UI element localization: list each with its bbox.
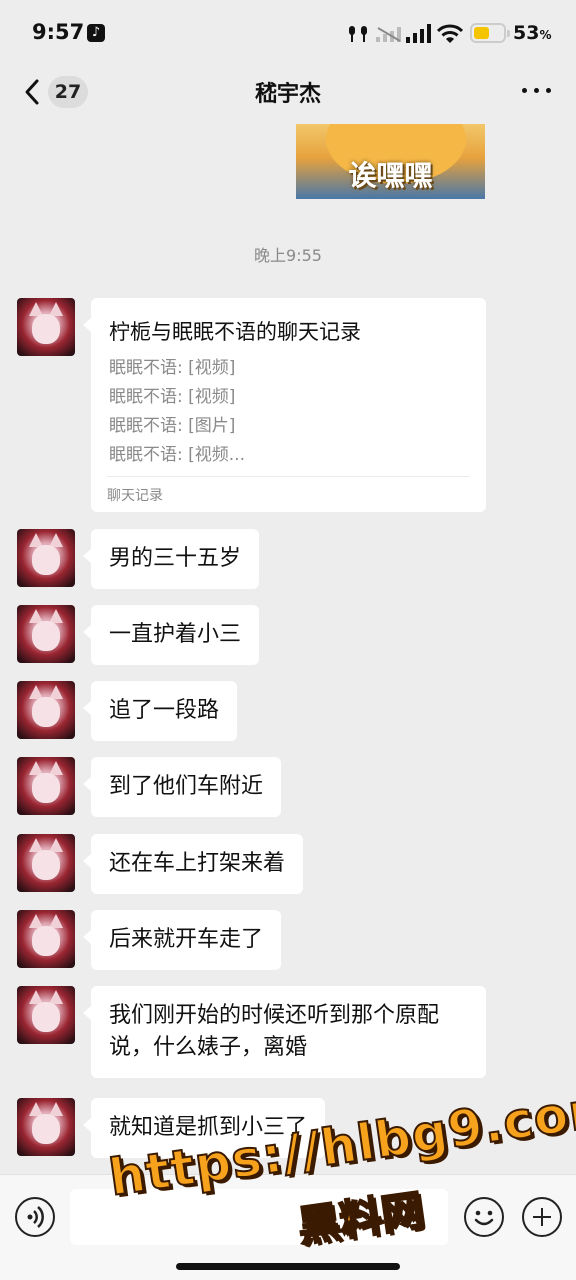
chat-record-label: 聊天记录 [107, 488, 163, 504]
message-bubble[interactable]: 一直护着小三 [82, 605, 260, 665]
message-timestamp: 晚上9:55 [254, 246, 322, 265]
avatar[interactable] [17, 298, 75, 356]
message-bubble[interactable]: 还在车上打架来着 [82, 834, 304, 894]
chat-record-line: 眠眠不语: [图片] [109, 416, 236, 436]
avatar[interactable] [17, 1098, 75, 1156]
chat-record-line: 眠眠不语: [视频... [109, 445, 245, 465]
input-bar [0, 1174, 576, 1280]
chat-record-line: 眠眠不语: [视频] [109, 358, 236, 378]
battery-fill [474, 27, 489, 39]
message-bubble[interactable]: 就知道是抓到小三了 [82, 1098, 326, 1158]
nav-bar: 27 嵇宇杰 [0, 64, 576, 124]
message-text-line: 说，什么婊子，离婚 [109, 1035, 308, 1060]
avatar-face [32, 926, 60, 956]
chat-record-card[interactable]: 柠栀与眠眠不语的聊天记录 眠眠不语: [视频] 眠眠不语: [视频] 眠眠不语:… [83, 298, 486, 512]
battery-icon [470, 23, 510, 43]
home-indicator[interactable] [176, 1263, 400, 1270]
avatar[interactable] [17, 910, 75, 968]
chat-record-title: 柠栀与眠眠不语的聊天记录 [109, 320, 361, 344]
voice-input-button[interactable] [15, 1197, 55, 1237]
avatar-face [32, 545, 60, 575]
status-bar: 9:57 ♪ 53% [0, 0, 576, 64]
plus-button[interactable] [522, 1197, 562, 1237]
battery-tip [507, 30, 510, 37]
more-button[interactable] [520, 78, 554, 102]
message-bubble[interactable]: 到了他们车附近 [82, 757, 282, 817]
message-bubble[interactable]: 男的三十五岁 [82, 529, 260, 589]
sticker-image[interactable]: 诶嘿嘿 [296, 124, 485, 199]
avatar[interactable] [17, 986, 75, 1044]
chat-record-line: 眠眠不语: [视频] [109, 387, 236, 407]
avatar-face [32, 697, 60, 727]
more-icon-dot [522, 88, 527, 93]
avatar-face [32, 850, 60, 880]
signal-icon [406, 24, 431, 43]
avatar-face [32, 1114, 60, 1144]
avatar-face [32, 314, 60, 344]
avatar-face [32, 773, 60, 803]
avatar-face [32, 1002, 60, 1032]
more-icon-dot [546, 88, 551, 93]
message-bubble[interactable]: 追了一段路 [82, 681, 238, 741]
tiktok-icon: ♪ [87, 24, 105, 42]
avatar[interactable] [17, 605, 75, 663]
message-input[interactable] [70, 1189, 448, 1245]
avatar[interactable] [17, 757, 75, 815]
avatar-face [32, 621, 60, 651]
avatar[interactable] [17, 529, 75, 587]
no-sim-signal-icon [376, 27, 401, 42]
message-bubble[interactable]: 我们刚开始的时候还听到那个原配 说，什么婊子，离婚 [83, 986, 486, 1078]
more-icon-dot [534, 88, 539, 93]
emoji-button[interactable] [464, 1197, 504, 1237]
battery-percent: 53% [513, 22, 552, 44]
earbuds-icon [349, 26, 367, 42]
chat-title: 嵇宇杰 [254, 82, 321, 107]
wifi-icon [437, 24, 463, 43]
avatar[interactable] [17, 834, 75, 892]
avatar[interactable] [17, 681, 75, 739]
divider [107, 476, 470, 477]
status-time: 9:57 [32, 20, 85, 44]
voice-icon [27, 1206, 44, 1228]
smiley-icon [474, 1210, 494, 1226]
message-bubble[interactable]: 后来就开车走了 [82, 910, 282, 970]
sticker-caption: 诶嘿嘿 [348, 159, 433, 192]
message-text-line: 我们刚开始的时候还听到那个原配 [109, 1003, 440, 1028]
